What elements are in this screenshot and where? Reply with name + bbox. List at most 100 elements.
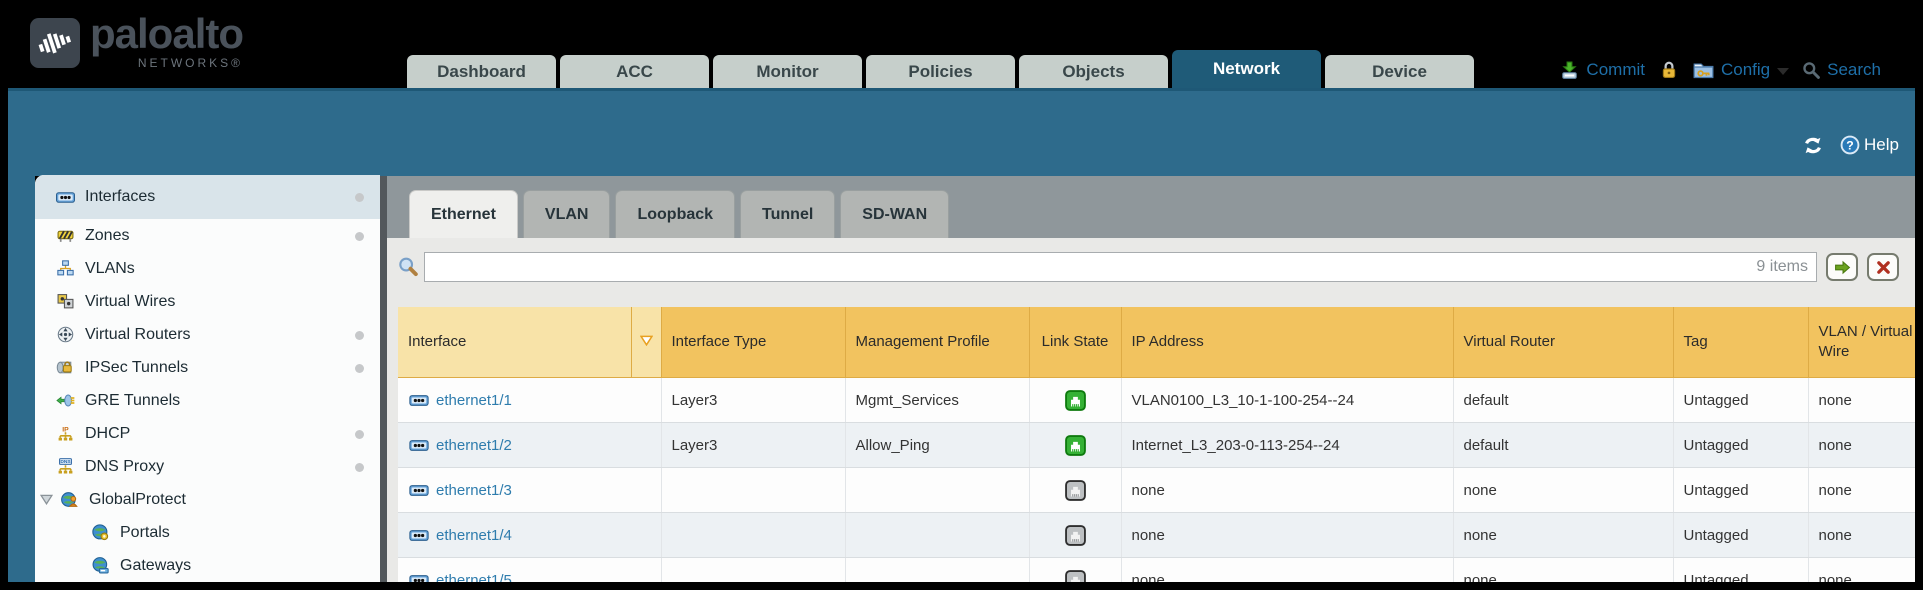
cell-interface: ethernet1/3	[398, 468, 661, 513]
sidebar-item-label: Virtual Wires	[85, 293, 175, 311]
tab-vlan[interactable]: VLAN	[523, 190, 611, 238]
interface-link[interactable]: ethernet1/5	[436, 572, 512, 583]
left-accent-strip	[8, 173, 35, 582]
status-dot	[355, 364, 364, 373]
link-up-icon	[1030, 435, 1121, 456]
table-row-ethernet1-1: ethernet1/1Layer3Mgmt_ServicesVLAN0100_L…	[398, 378, 1915, 423]
brand-subtitle: NETWORKS®	[138, 56, 243, 70]
cell-ip-address: none	[1121, 513, 1453, 558]
sidebar-item-label: DNS Proxy	[85, 458, 164, 476]
cell-tag: Untagged	[1673, 513, 1808, 558]
cell-management-profile: Mgmt_Services	[845, 378, 1029, 423]
clear-filter-button[interactable]	[1867, 253, 1899, 281]
status-dot	[355, 463, 364, 472]
sidebar-item-zones[interactable]: Zones	[35, 219, 380, 252]
expander-icon[interactable]	[37, 494, 55, 505]
svg-text:?: ?	[1846, 139, 1853, 153]
interface-icon	[408, 483, 430, 498]
top-bar: paloalto NETWORKS® DashboardACCMonitorPo…	[8, 6, 1915, 88]
sidebar-item-globalprotect[interactable]: GlobalProtect	[35, 483, 380, 516]
cell-interface-type	[661, 558, 845, 583]
col-header-vlan-virtual-wire[interactable]: VLAN / Virtual Wire	[1808, 307, 1915, 378]
chevron-down-icon[interactable]	[1777, 68, 1789, 75]
cell-link-state	[1029, 513, 1121, 558]
col-header-interface-type[interactable]: Interface Type	[661, 307, 845, 378]
paloalto-logo: paloalto NETWORKS®	[30, 12, 243, 70]
sort-dropdown-icon[interactable]	[631, 307, 661, 378]
sidebar-item-vlans[interactable]: VLANs	[35, 252, 380, 285]
cell-interface-type: Layer3	[661, 423, 845, 468]
cell-link-state	[1029, 558, 1121, 583]
status-dot	[355, 232, 364, 241]
sidebar-item-virtual-routers[interactable]: Virtual Routers	[35, 318, 380, 351]
filter-input[interactable]	[424, 252, 1817, 282]
table-row-ethernet1-4: ethernet1/4nonenoneUntaggednone	[398, 513, 1915, 558]
cell-interface-type	[661, 513, 845, 558]
col-header-virtual-router[interactable]: Virtual Router	[1453, 307, 1673, 378]
cell-tag: Untagged	[1673, 378, 1808, 423]
tab-network[interactable]: Network	[1172, 50, 1321, 88]
paloalto-logo-icon	[30, 18, 80, 68]
link-down-icon	[1030, 570, 1121, 583]
status-dot	[355, 430, 364, 439]
sidebar-item-label: VLANs	[85, 260, 135, 278]
sidebar-item-virtual-wires[interactable]: Virtual Wires	[35, 285, 380, 318]
cell-management-profile: Allow_Ping	[845, 423, 1029, 468]
interface-link[interactable]: ethernet1/1	[436, 392, 512, 409]
apply-filter-button[interactable]	[1826, 253, 1858, 281]
sidebar-item-gateways[interactable]: Gateways	[35, 549, 380, 582]
gre-tunnels-icon	[53, 391, 77, 410]
cell-tag: Untagged	[1673, 423, 1808, 468]
dns-proxy-icon: DNS	[53, 457, 77, 476]
tab-dashboard[interactable]: Dashboard	[407, 55, 556, 88]
status-dot	[355, 193, 364, 202]
col-header-management-profile[interactable]: Management Profile	[845, 307, 1029, 378]
cell-vlan-virtual-wire: none	[1808, 468, 1915, 513]
tab-acc[interactable]: ACC	[560, 55, 709, 88]
tab-ethernet[interactable]: Ethernet	[409, 190, 518, 238]
sidebar-item-label: Gateways	[120, 557, 191, 575]
gateways-icon	[88, 556, 112, 575]
col-header-tag[interactable]: Tag	[1673, 307, 1808, 378]
sidebar-splitter[interactable]	[380, 176, 387, 582]
cell-tag: Untagged	[1673, 468, 1808, 513]
tab-objects[interactable]: Objects	[1019, 55, 1168, 88]
tab-tunnel[interactable]: Tunnel	[740, 190, 835, 238]
col-header-ip-address[interactable]: IP Address	[1121, 307, 1453, 378]
interface-link[interactable]: ethernet1/2	[436, 437, 512, 454]
tab-device[interactable]: Device	[1325, 55, 1474, 88]
commit-icon	[1560, 61, 1579, 80]
sidebar-item-dns-proxy[interactable]: DNS DNS Proxy	[35, 450, 380, 483]
search-button[interactable]: Search	[1827, 60, 1881, 80]
sidebar-item-label: GRE Tunnels	[85, 392, 180, 410]
top-actions: Commit Config Search	[1560, 60, 1881, 80]
interface-link[interactable]: ethernet1/4	[436, 527, 512, 544]
config-button[interactable]: Config	[1721, 60, 1770, 80]
cell-interface: ethernet1/2	[398, 423, 661, 468]
tab-loopback[interactable]: Loopback	[615, 190, 735, 238]
sidebar-item-gre-tunnels[interactable]: GRE Tunnels	[35, 384, 380, 417]
main-nav-tabs: DashboardACCMonitorPoliciesObjectsNetwor…	[407, 50, 1474, 88]
col-header-interface[interactable]: Interface	[398, 307, 631, 378]
sidebar-item-ipsec-tunnels[interactable]: IPSec Tunnels	[35, 351, 380, 384]
refresh-icon[interactable]	[1802, 136, 1824, 155]
tab-policies[interactable]: Policies	[866, 55, 1015, 88]
tab-sd-wan[interactable]: SD-WAN	[840, 190, 949, 238]
interface-link[interactable]: ethernet1/3	[436, 482, 512, 499]
commit-button[interactable]: Commit	[1586, 60, 1645, 80]
cell-management-profile	[845, 558, 1029, 583]
interface-icon	[408, 573, 430, 583]
col-header-link-state[interactable]: Link State	[1029, 307, 1121, 378]
sidebar-item-portals[interactable]: Portals	[35, 516, 380, 549]
sidebar-item-dhcp[interactable]: IPDHCP	[35, 417, 380, 450]
cell-link-state	[1029, 423, 1121, 468]
cell-interface: ethernet1/5	[398, 558, 661, 583]
sidebar-item-label: Interfaces	[85, 188, 155, 206]
help-button[interactable]: ? Help	[1840, 135, 1899, 155]
sidebar-item-interfaces[interactable]: Interfaces	[35, 175, 380, 219]
brand-name: paloalto	[90, 12, 243, 56]
tab-monitor[interactable]: Monitor	[713, 55, 862, 88]
cell-tag: Untagged	[1673, 558, 1808, 583]
secondary-bar: ? Help	[8, 88, 1915, 176]
lock-icon[interactable]	[1660, 61, 1678, 79]
